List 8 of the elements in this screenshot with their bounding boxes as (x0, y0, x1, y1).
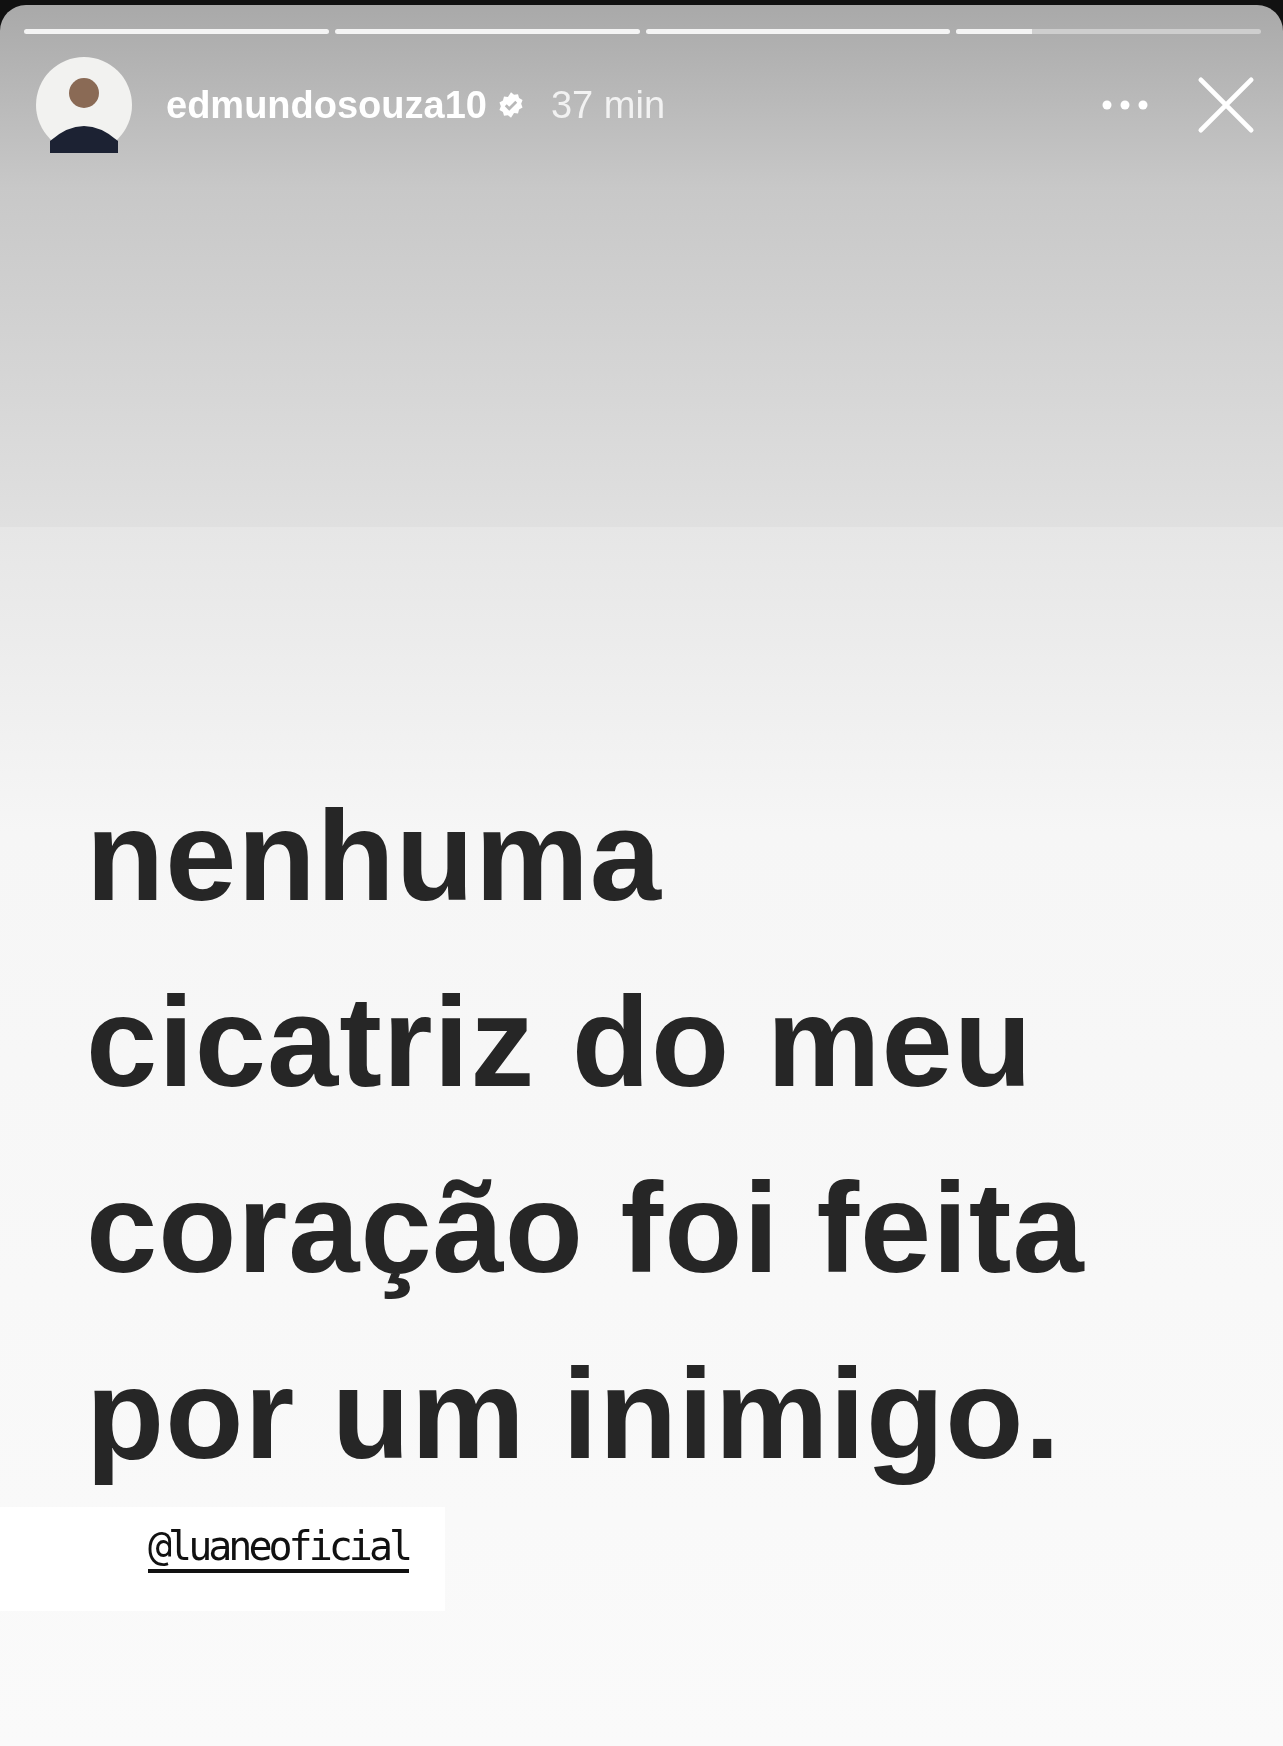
quote-line: por um inimigo. (86, 1341, 1062, 1487)
quote-line: coração foi feita (86, 1155, 1086, 1301)
quote-line: nenhuma (86, 783, 663, 929)
quote-line: cicatriz do meu (86, 969, 1034, 1115)
close-icon[interactable] (1197, 76, 1255, 134)
avatar[interactable] (36, 57, 132, 153)
more-options-icon[interactable] (1101, 99, 1149, 111)
post-time: 37 min (550, 83, 665, 127)
